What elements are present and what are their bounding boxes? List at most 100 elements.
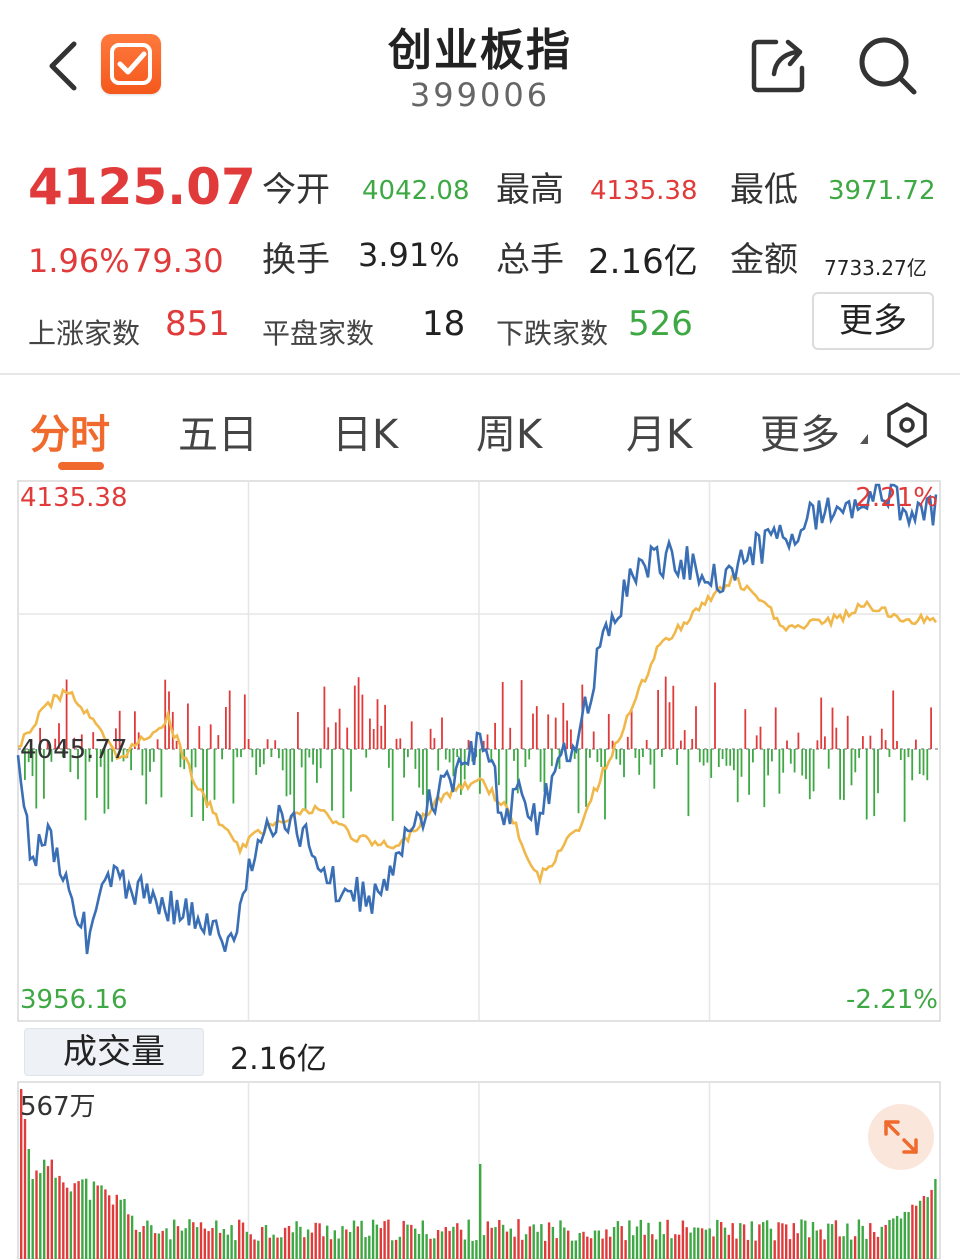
volume-bar	[62, 1182, 65, 1259]
tab-weekly-k[interactable]: 周K	[476, 402, 542, 460]
intraday-bar	[285, 749, 288, 797]
volume-bar	[230, 1225, 233, 1259]
volume-bar	[180, 1230, 184, 1259]
amount-label: 金额	[730, 240, 798, 280]
intraday-bar	[217, 735, 220, 749]
intraday-bar	[160, 749, 163, 798]
open-label: 今开	[262, 170, 330, 210]
volume-bar	[685, 1227, 688, 1259]
volume-chart[interactable]: 567万	[0, 1080, 960, 1259]
intraday-bar	[410, 721, 413, 749]
intraday-bar	[835, 727, 838, 749]
intraday-bar	[407, 749, 409, 758]
volume-bar	[23, 1119, 27, 1259]
volume-bar	[276, 1237, 279, 1259]
volume-bar	[517, 1219, 520, 1259]
volume-bar	[345, 1229, 348, 1259]
intraday-bar	[600, 749, 603, 767]
volume-bar	[436, 1230, 440, 1259]
intraday-bar	[547, 714, 550, 749]
intraday-bar	[551, 749, 553, 767]
intraday-bar	[585, 749, 587, 807]
intraday-bar	[865, 749, 868, 820]
intraday-bar	[388, 749, 390, 768]
settings-hexagon-icon[interactable]	[882, 400, 932, 450]
volume-bar	[360, 1220, 363, 1259]
volume-bar	[115, 1194, 118, 1259]
expand-icon[interactable]	[868, 1104, 934, 1170]
intraday-bar	[615, 749, 618, 760]
volume-bar	[333, 1230, 336, 1259]
intraday-bar	[748, 749, 750, 795]
intraday-bar	[300, 749, 303, 768]
intraday-bar	[289, 749, 292, 795]
volume-bar	[632, 1235, 635, 1259]
search-icon[interactable]	[856, 34, 920, 98]
intraday-bar	[812, 749, 815, 792]
tab-intraday[interactable]: 分时	[30, 402, 110, 460]
intraday-bar	[911, 749, 914, 781]
volume-bar	[559, 1220, 562, 1259]
intraday-bar	[869, 735, 872, 749]
volume-bar	[27, 1149, 30, 1259]
intraday-bar	[225, 707, 227, 749]
volume-bar	[348, 1232, 352, 1259]
volume-bar	[846, 1223, 849, 1259]
intraday-bar	[513, 749, 515, 761]
up-count-label: 上涨家数	[28, 317, 141, 350]
volume-bar	[628, 1220, 631, 1259]
tab-monthly-k[interactable]: 月K	[626, 402, 692, 460]
intraday-chart[interactable]: 4135.38 4045.77 3956.16 2.21% -2.21%	[0, 479, 960, 1024]
volume-bar	[456, 1223, 459, 1259]
volume-bar	[643, 1234, 646, 1259]
volume-bar	[689, 1232, 692, 1259]
intraday-bar	[520, 680, 523, 749]
down-count: 526	[628, 304, 693, 344]
volume-bar	[176, 1226, 180, 1259]
volume-bar	[498, 1220, 501, 1259]
volume-bar	[295, 1221, 298, 1259]
intraday-bar	[638, 749, 641, 775]
intraday-bar	[331, 749, 333, 811]
volume-bar	[746, 1239, 750, 1259]
volume-bar	[150, 1225, 153, 1259]
intraday-bar	[808, 749, 811, 800]
intraday-bar	[604, 749, 606, 820]
volume-bar	[482, 1235, 486, 1259]
volume-bar	[77, 1181, 80, 1259]
tab-daily-k[interactable]: 日K	[332, 402, 398, 460]
volume-bar	[501, 1224, 505, 1259]
volume-bar	[540, 1224, 543, 1259]
intraday-bar	[149, 749, 151, 772]
more-quote-button[interactable]: 更多	[812, 292, 934, 350]
volume-bar	[192, 1222, 195, 1259]
tab-more[interactable]: 更多	[760, 402, 840, 460]
intraday-bar	[858, 749, 860, 758]
volume-bar	[666, 1219, 669, 1259]
intraday-bar	[710, 749, 713, 778]
intraday-bar	[827, 749, 830, 769]
intraday-bar	[486, 734, 489, 749]
volume-bar	[655, 1239, 658, 1259]
intraday-bar	[494, 722, 496, 749]
share-icon[interactable]	[748, 34, 812, 96]
intraday-bar	[850, 749, 853, 786]
intraday-bar	[164, 679, 167, 749]
volume-bar	[352, 1220, 356, 1259]
volume-tab[interactable]: 成交量	[24, 1028, 204, 1076]
volume-bar	[371, 1219, 375, 1259]
dropdown-corner-icon	[860, 434, 868, 444]
volume-bar	[494, 1227, 497, 1259]
intraday-bar	[376, 699, 379, 749]
volume-bar	[490, 1227, 493, 1259]
intraday-bar	[820, 697, 823, 749]
tab-five-day[interactable]: 五日	[178, 402, 258, 460]
volume-bar	[578, 1233, 581, 1259]
volume-bar	[815, 1230, 818, 1259]
intraday-bar	[456, 749, 459, 758]
intraday-bar	[156, 739, 159, 749]
intraday-bar	[266, 739, 269, 749]
volume-bar	[31, 1179, 34, 1259]
intraday-bar	[626, 736, 629, 749]
intraday-bar	[357, 677, 360, 749]
